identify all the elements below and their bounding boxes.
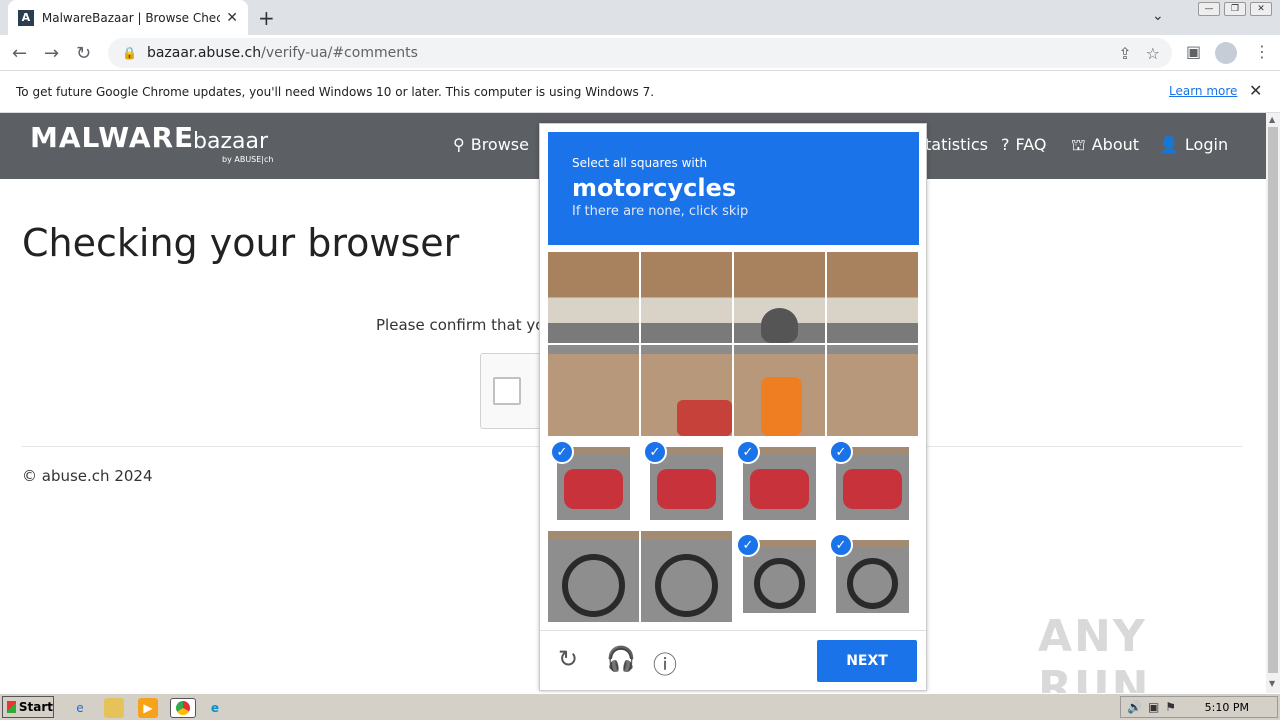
motorcycle-part	[657, 468, 716, 510]
captcha-tile[interactable]	[548, 252, 639, 343]
captcha-tile[interactable]	[827, 252, 918, 343]
logo-bazaar[interactable]: bazaar	[193, 129, 268, 154]
captcha-challenge: Select all squares with motorcycles If t…	[539, 123, 927, 691]
nav-browse[interactable]: ⚲ Browse	[453, 135, 529, 154]
tile-selected-check-icon: ✓	[829, 533, 853, 557]
scroll-up-icon[interactable]: ▲	[1269, 115, 1275, 124]
profile-avatar[interactable]	[1215, 42, 1237, 64]
motorcycle-part	[750, 468, 809, 510]
captcha-checkbox[interactable]	[493, 377, 521, 405]
prompt-line1: Select all squares with	[572, 156, 708, 170]
audio-challenge-icon[interactable]: 🎧	[606, 645, 636, 673]
nav-faq[interactable]: ? FAQ	[1001, 135, 1047, 154]
minimize-icon[interactable]: —	[1198, 2, 1220, 16]
helmet	[761, 308, 798, 343]
page-scrollbar[interactable]: ▲ ▼	[1266, 113, 1280, 693]
motorcycle-part	[843, 468, 902, 510]
captcha-tile[interactable]	[548, 345, 639, 436]
motorcycle-part	[677, 399, 732, 436]
question-icon: ?	[1001, 135, 1010, 154]
motorcycle-part	[761, 376, 803, 436]
motorcycle-part	[753, 558, 806, 610]
captcha-tile[interactable]	[641, 345, 732, 436]
prompt-target: motorcycles	[572, 174, 737, 202]
captcha-tile[interactable]	[734, 345, 825, 436]
captcha-tile[interactable]	[734, 252, 825, 343]
page-title: Checking your browser	[22, 221, 460, 265]
window-controls: — ❐ ✕	[1198, 2, 1272, 16]
back-icon[interactable]: ←	[12, 43, 27, 64]
clock[interactable]: 5:10 PM	[1205, 701, 1249, 714]
side-panel-icon[interactable]: ▣	[1186, 42, 1201, 61]
update-infobar: To get future Google Chrome updates, you…	[0, 71, 1280, 113]
explorer-folder-icon[interactable]	[104, 698, 124, 718]
start-button[interactable]: Start	[2, 696, 54, 718]
tab-title: MalwareBazaar | Browse Checking y	[41, 10, 221, 25]
logo-by-abuse: by ABUSE|ch	[222, 155, 274, 164]
ie-icon[interactable]: e	[70, 698, 90, 718]
system-tray: 🔊▣⚑ 5:10 PM	[1120, 696, 1278, 718]
url-text: bazaar.abuse.ch/verify-ua/#comments	[146, 45, 418, 61]
tile-selected-check-icon: ✓	[736, 533, 760, 557]
nav-about[interactable]: ⛫ About	[1071, 135, 1139, 156]
tab-close-icon[interactable]: ✕	[226, 10, 238, 26]
lock-icon[interactable]: 🔒	[122, 46, 137, 60]
close-window-icon[interactable]: ✕	[1250, 2, 1272, 16]
captcha-footer: ↻ 🎧 ⓘ NEXT	[540, 630, 926, 690]
tab-strip: A MalwareBazaar | Browse Checking y ✕ + …	[0, 0, 1280, 35]
browser-tab[interactable]: A MalwareBazaar | Browse Checking y ✕	[8, 0, 248, 35]
windows-taskbar: Start e ▶ e 🔊▣⚑ 5:10 PM	[0, 693, 1280, 720]
motorcycle-part	[561, 553, 626, 618]
footer-copyright: © abuse.ch 2024	[22, 467, 153, 485]
tile-selected-check-icon: ✓	[550, 440, 574, 464]
learn-more-link[interactable]: Learn more	[1169, 84, 1237, 98]
address-bar[interactable]: 🔒 bazaar.abuse.ch/verify-ua/#comments ⇪ …	[108, 38, 1172, 68]
edge-icon[interactable]: e	[205, 698, 225, 718]
captcha-prompt: Select all squares with motorcycles If t…	[548, 132, 919, 245]
scroll-down-icon[interactable]: ▼	[1269, 679, 1275, 688]
captcha-tile[interactable]	[827, 345, 918, 436]
captcha-tile[interactable]	[641, 252, 732, 343]
prompt-hint: If there are none, click skip	[572, 204, 749, 219]
tile-selected-check-icon: ✓	[643, 440, 667, 464]
forward-icon[interactable]: →	[44, 43, 59, 64]
motorcycle-part	[846, 558, 899, 610]
reload-icon[interactable]: ↻	[76, 43, 91, 64]
maximize-icon[interactable]: ❐	[1224, 2, 1246, 16]
nav-statistics[interactable]: tatistics	[925, 135, 988, 154]
scrollbar-thumb[interactable]	[1268, 127, 1278, 673]
tab-search-chevron-icon[interactable]: ⌄	[1152, 8, 1164, 24]
building-icon: ⛫	[1071, 135, 1086, 154]
media-player-icon[interactable]: ▶	[138, 698, 158, 718]
search-icon: ⚲	[453, 135, 465, 154]
windows-logo-icon	[7, 701, 16, 713]
user-icon: 👤	[1159, 135, 1179, 154]
reload-challenge-icon[interactable]: ↻	[558, 645, 578, 673]
menu-kebab-icon[interactable]: ⋮	[1254, 42, 1270, 61]
tile-selected-check-icon: ✓	[829, 440, 853, 464]
captcha-image-grid: ✓ ✓ ✓ ✓ ✓ ✓	[548, 252, 919, 623]
motorcycle-part	[564, 468, 623, 510]
anyrun-watermark: ANY RUN	[1038, 611, 1151, 693]
logo-malware[interactable]: MALWARE	[30, 121, 194, 154]
browser-toolbar: ← → ↻ 🔒 bazaar.abuse.ch/verify-ua/#comme…	[0, 35, 1280, 71]
site-favicon-icon: A	[18, 9, 34, 26]
nav-login[interactable]: 👤 Login	[1159, 135, 1228, 154]
bookmark-star-icon[interactable]: ☆	[1146, 44, 1160, 63]
infobar-message: To get future Google Chrome updates, you…	[16, 84, 655, 99]
motorcycle-part	[654, 553, 719, 618]
share-icon[interactable]: ⇪	[1118, 44, 1131, 63]
captcha-tile[interactable]	[641, 531, 732, 622]
infobar-close-icon[interactable]: ✕	[1249, 81, 1262, 100]
tray-icons[interactable]: 🔊▣⚑	[1127, 700, 1182, 714]
info-icon[interactable]: ⓘ	[653, 645, 677, 680]
new-tab-icon[interactable]: +	[258, 6, 275, 30]
chrome-icon[interactable]	[170, 698, 196, 718]
captcha-tile[interactable]	[548, 531, 639, 622]
tile-selected-check-icon: ✓	[736, 440, 760, 464]
confirm-text: Please confirm that you	[376, 316, 554, 334]
next-button[interactable]: NEXT	[817, 640, 917, 682]
